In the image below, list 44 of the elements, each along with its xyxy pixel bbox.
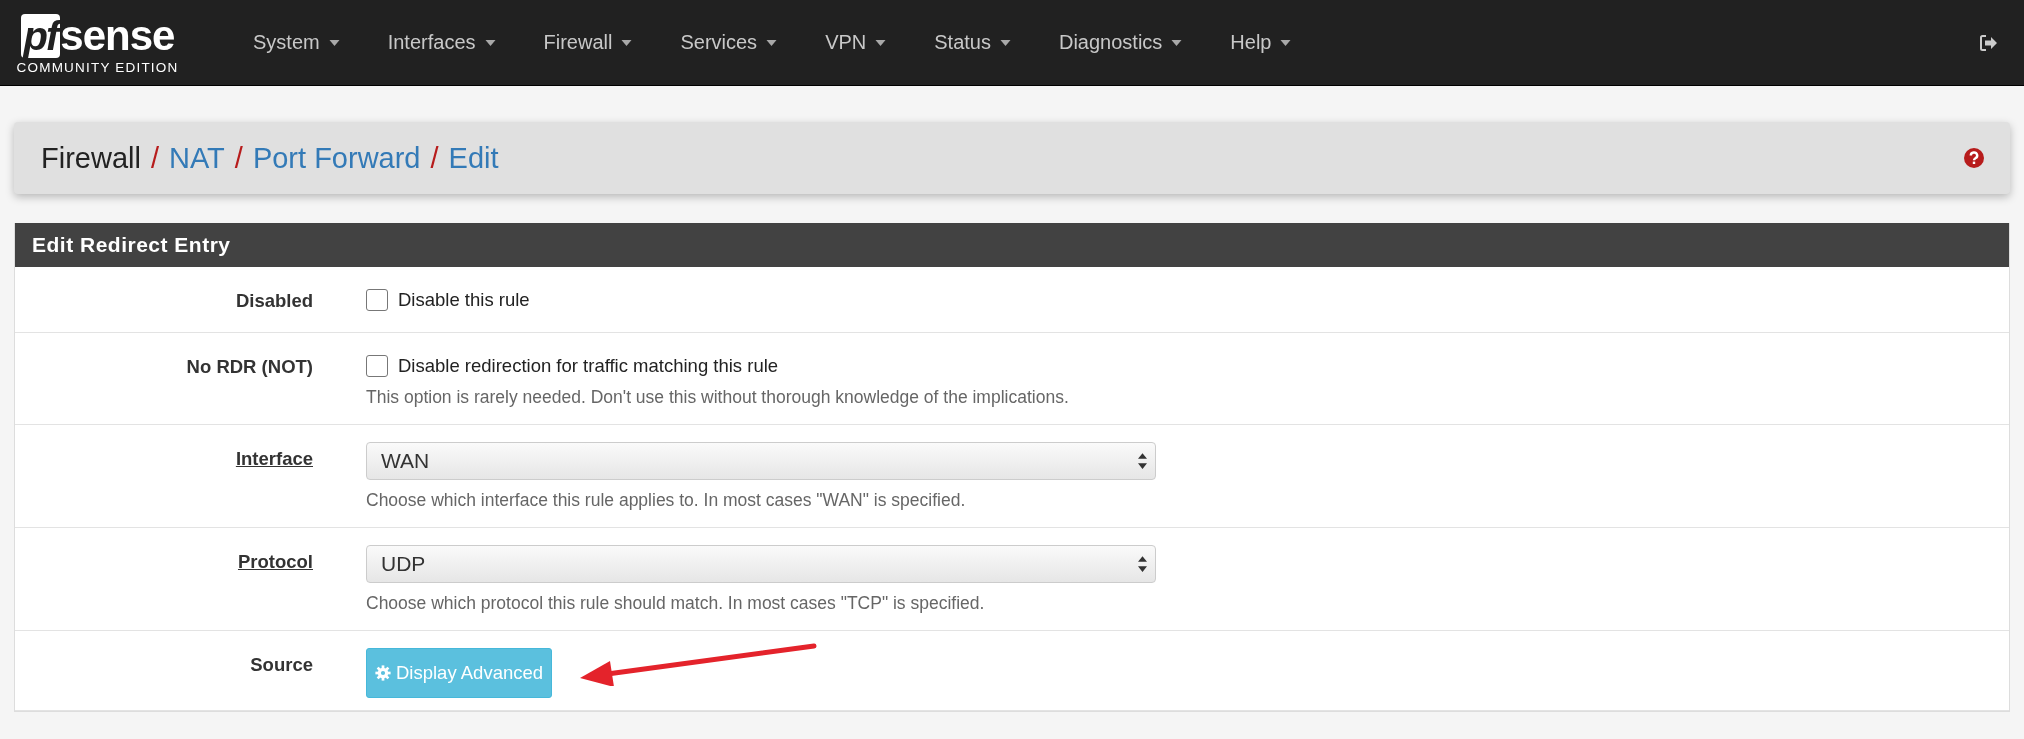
help-text: Choose which protocol this rule should match. In most cases "TCP" is specified. bbox=[366, 593, 986, 614]
caret-icon bbox=[875, 39, 887, 46]
nav-menu[interactable]: Diagnostics bbox=[1034, 31, 1207, 54]
logo-wordmark: sense bbox=[60, 14, 175, 58]
field-label: Source bbox=[250, 654, 313, 675]
logo[interactable]: pfsense COMMUNITY EDITION bbox=[0, 10, 195, 75]
nav-menu[interactable]: System bbox=[229, 31, 364, 54]
nav-menu[interactable]: Firewall bbox=[519, 31, 657, 54]
dropdown-select[interactable]: UDP bbox=[366, 545, 1156, 583]
caret-icon bbox=[1280, 39, 1292, 46]
breadcrumb-separator: / bbox=[150, 141, 159, 175]
checkbox-label[interactable]: Disable redirection for traffic matching this rule bbox=[398, 355, 779, 377]
field-label: Disabled bbox=[235, 290, 313, 311]
panel-heading: Edit Redirect Entry bbox=[15, 223, 2009, 267]
logo-edition: COMMUNITY EDITION bbox=[16, 60, 179, 75]
logout-icon[interactable] bbox=[1980, 34, 1998, 51]
nav-menu[interactable]: Interfaces bbox=[363, 31, 520, 54]
checkbox-label[interactable]: Disable this rule bbox=[398, 289, 530, 311]
breadcrumb-separator: / bbox=[430, 141, 439, 175]
nav-menu[interactable]: Help bbox=[1206, 31, 1316, 54]
updown-icon bbox=[1138, 556, 1147, 572]
checkbox[interactable] bbox=[366, 355, 388, 377]
caret-icon bbox=[999, 39, 1011, 46]
breadcrumb-text: Firewall bbox=[41, 141, 141, 175]
nav-menu[interactable]: Services bbox=[656, 31, 802, 54]
help-icon[interactable] bbox=[1964, 148, 1984, 168]
logo-mark: pf bbox=[20, 14, 61, 58]
breadcrumb-separator: / bbox=[234, 141, 243, 175]
nav-menu[interactable]: Status bbox=[910, 31, 1035, 54]
caret-icon bbox=[1171, 39, 1183, 46]
caret-icon bbox=[621, 39, 633, 46]
help-text: This option is rarely needed. Don't use this without thorough knowledge of the implications. bbox=[366, 387, 1070, 408]
dropdown-select[interactable]: WAN bbox=[366, 442, 1156, 480]
caret-icon bbox=[766, 39, 778, 46]
nav-menu[interactable]: VPN bbox=[801, 31, 911, 54]
gear-icon bbox=[375, 665, 391, 681]
field-label: No RDR (NOT) bbox=[186, 356, 313, 377]
help-text: Choose which interface this rule applies to. In most cases "WAN" is specified. bbox=[366, 490, 967, 511]
caret-icon bbox=[484, 39, 496, 46]
field-label-link[interactable]: Protocol bbox=[237, 551, 313, 572]
field-label-link[interactable]: Interface bbox=[235, 448, 313, 469]
updown-icon bbox=[1138, 453, 1147, 469]
caret-icon bbox=[328, 39, 340, 46]
checkbox[interactable] bbox=[366, 289, 388, 311]
